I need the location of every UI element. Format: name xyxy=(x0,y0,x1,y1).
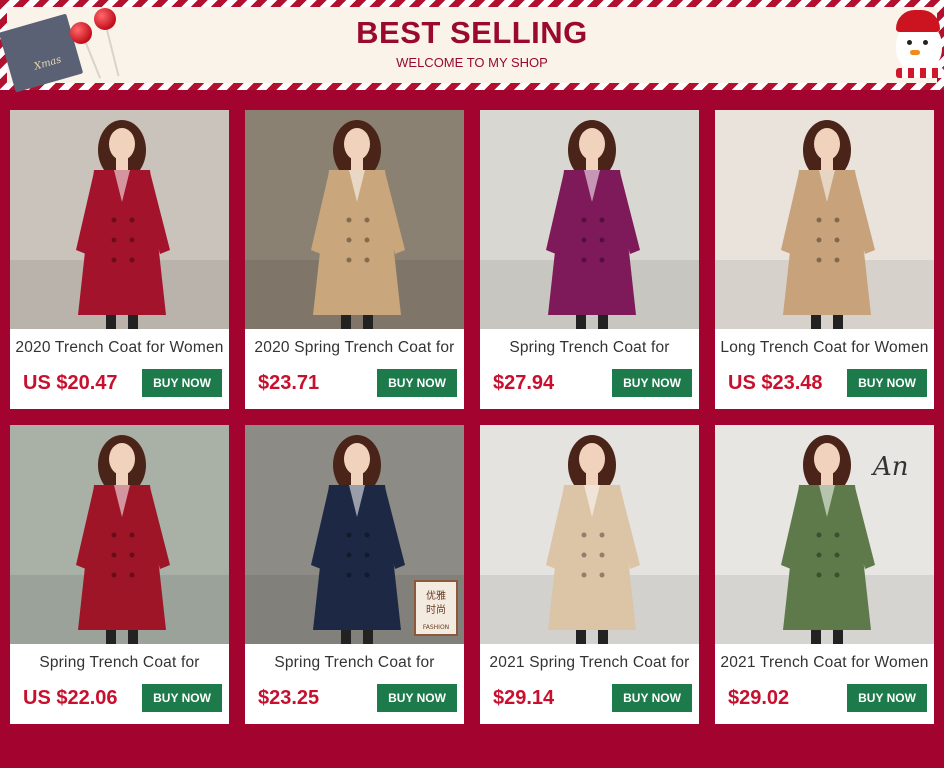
buy-now-button[interactable]: BUY NOW xyxy=(612,369,692,397)
product-title[interactable]: 2020 Spring Trench Coat for xyxy=(245,339,464,359)
product-title[interactable]: Spring Trench Coat for xyxy=(480,339,699,359)
product-price: $27.94 xyxy=(493,372,555,394)
product-title[interactable]: Spring Trench Coat for xyxy=(10,654,229,674)
product-card[interactable]: An 2021 Trench Coat for Women $29.02 BUY… xyxy=(715,425,934,724)
product-card[interactable]: 优雅 时尚 FASHION Spring Trench Coat for $23.2… xyxy=(245,425,464,724)
model-photo xyxy=(480,110,699,329)
model-photo xyxy=(715,110,934,329)
model-photo xyxy=(10,425,229,644)
product-image[interactable] xyxy=(10,425,229,644)
product-image[interactable] xyxy=(10,110,229,329)
product-title[interactable]: Long Trench Coat for Women xyxy=(715,339,934,359)
product-image[interactable]: 优雅 时尚 FASHION xyxy=(245,425,464,644)
product-price: $29.02 xyxy=(728,687,790,709)
model-photo: 优雅时尚 FASHION xyxy=(245,425,464,644)
product-price: US $22.06 xyxy=(23,687,118,709)
svg-text:优雅: 优雅 xyxy=(426,589,446,602)
product-price: US $23.48 xyxy=(728,372,823,394)
product-price: $23.71 xyxy=(258,372,320,394)
model-photo xyxy=(10,110,229,329)
product-title[interactable]: 2020 Trench Coat for Women xyxy=(10,339,229,359)
product-card[interactable]: Spring Trench Coat for $27.94 BUY NOW xyxy=(480,110,699,409)
buy-now-button[interactable]: BUY NOW xyxy=(377,684,457,712)
product-price: $29.14 xyxy=(493,687,555,709)
product-card[interactable]: Spring Trench Coat for US $22.06 BUY NOW xyxy=(10,425,229,724)
product-title[interactable]: Spring Trench Coat for xyxy=(245,654,464,674)
product-image[interactable] xyxy=(480,425,699,644)
snowman-nose xyxy=(910,50,920,55)
svg-text:时尚: 时尚 xyxy=(426,603,446,616)
buy-now-button[interactable]: BUY NOW xyxy=(847,369,927,397)
wall-lettering: An xyxy=(871,452,909,482)
product-image[interactable] xyxy=(715,110,934,329)
product-image[interactable]: An xyxy=(715,425,934,644)
product-price: US $20.47 xyxy=(23,372,118,394)
product-title[interactable]: 2021 Trench Coat for Women xyxy=(715,654,934,674)
fashion-badge: 优雅时尚 FASHION xyxy=(414,580,458,636)
model-photo xyxy=(245,110,464,329)
model-photo: An xyxy=(715,425,934,644)
buy-now-button[interactable]: BUY NOW xyxy=(142,684,222,712)
header-banner: Xmas BEST SELLING WELCOME TO MY SHOP xyxy=(0,0,944,93)
page-subtitle: WELCOME TO MY SHOP xyxy=(396,55,548,70)
snowman-scarf xyxy=(896,68,944,78)
product-image[interactable] xyxy=(245,110,464,329)
product-card[interactable]: 2020 Spring Trench Coat for $23.71 BUY N… xyxy=(245,110,464,409)
buy-now-button[interactable]: BUY NOW xyxy=(847,684,927,712)
product-card[interactable]: Long Trench Coat for Women US $23.48 BUY… xyxy=(715,110,934,409)
product-price: $23.25 xyxy=(258,687,320,709)
product-card[interactable]: 2021 Spring Trench Coat for $29.14 BUY N… xyxy=(480,425,699,724)
product-card[interactable]: 2020 Trench Coat for Women US $20.47 BUY… xyxy=(10,110,229,409)
buy-now-button[interactable]: BUY NOW xyxy=(377,369,457,397)
buy-now-button[interactable]: BUY NOW xyxy=(142,369,222,397)
snowman-eye xyxy=(923,40,928,45)
page-title: BEST SELLING xyxy=(356,15,588,50)
model-photo xyxy=(480,425,699,644)
snowman-eye xyxy=(907,40,912,45)
product-title[interactable]: 2021 Spring Trench Coat for xyxy=(480,654,699,674)
svg-text:FASHION: FASHION xyxy=(423,624,449,631)
product-image[interactable] xyxy=(480,110,699,329)
buy-now-button[interactable]: BUY NOW xyxy=(612,684,692,712)
